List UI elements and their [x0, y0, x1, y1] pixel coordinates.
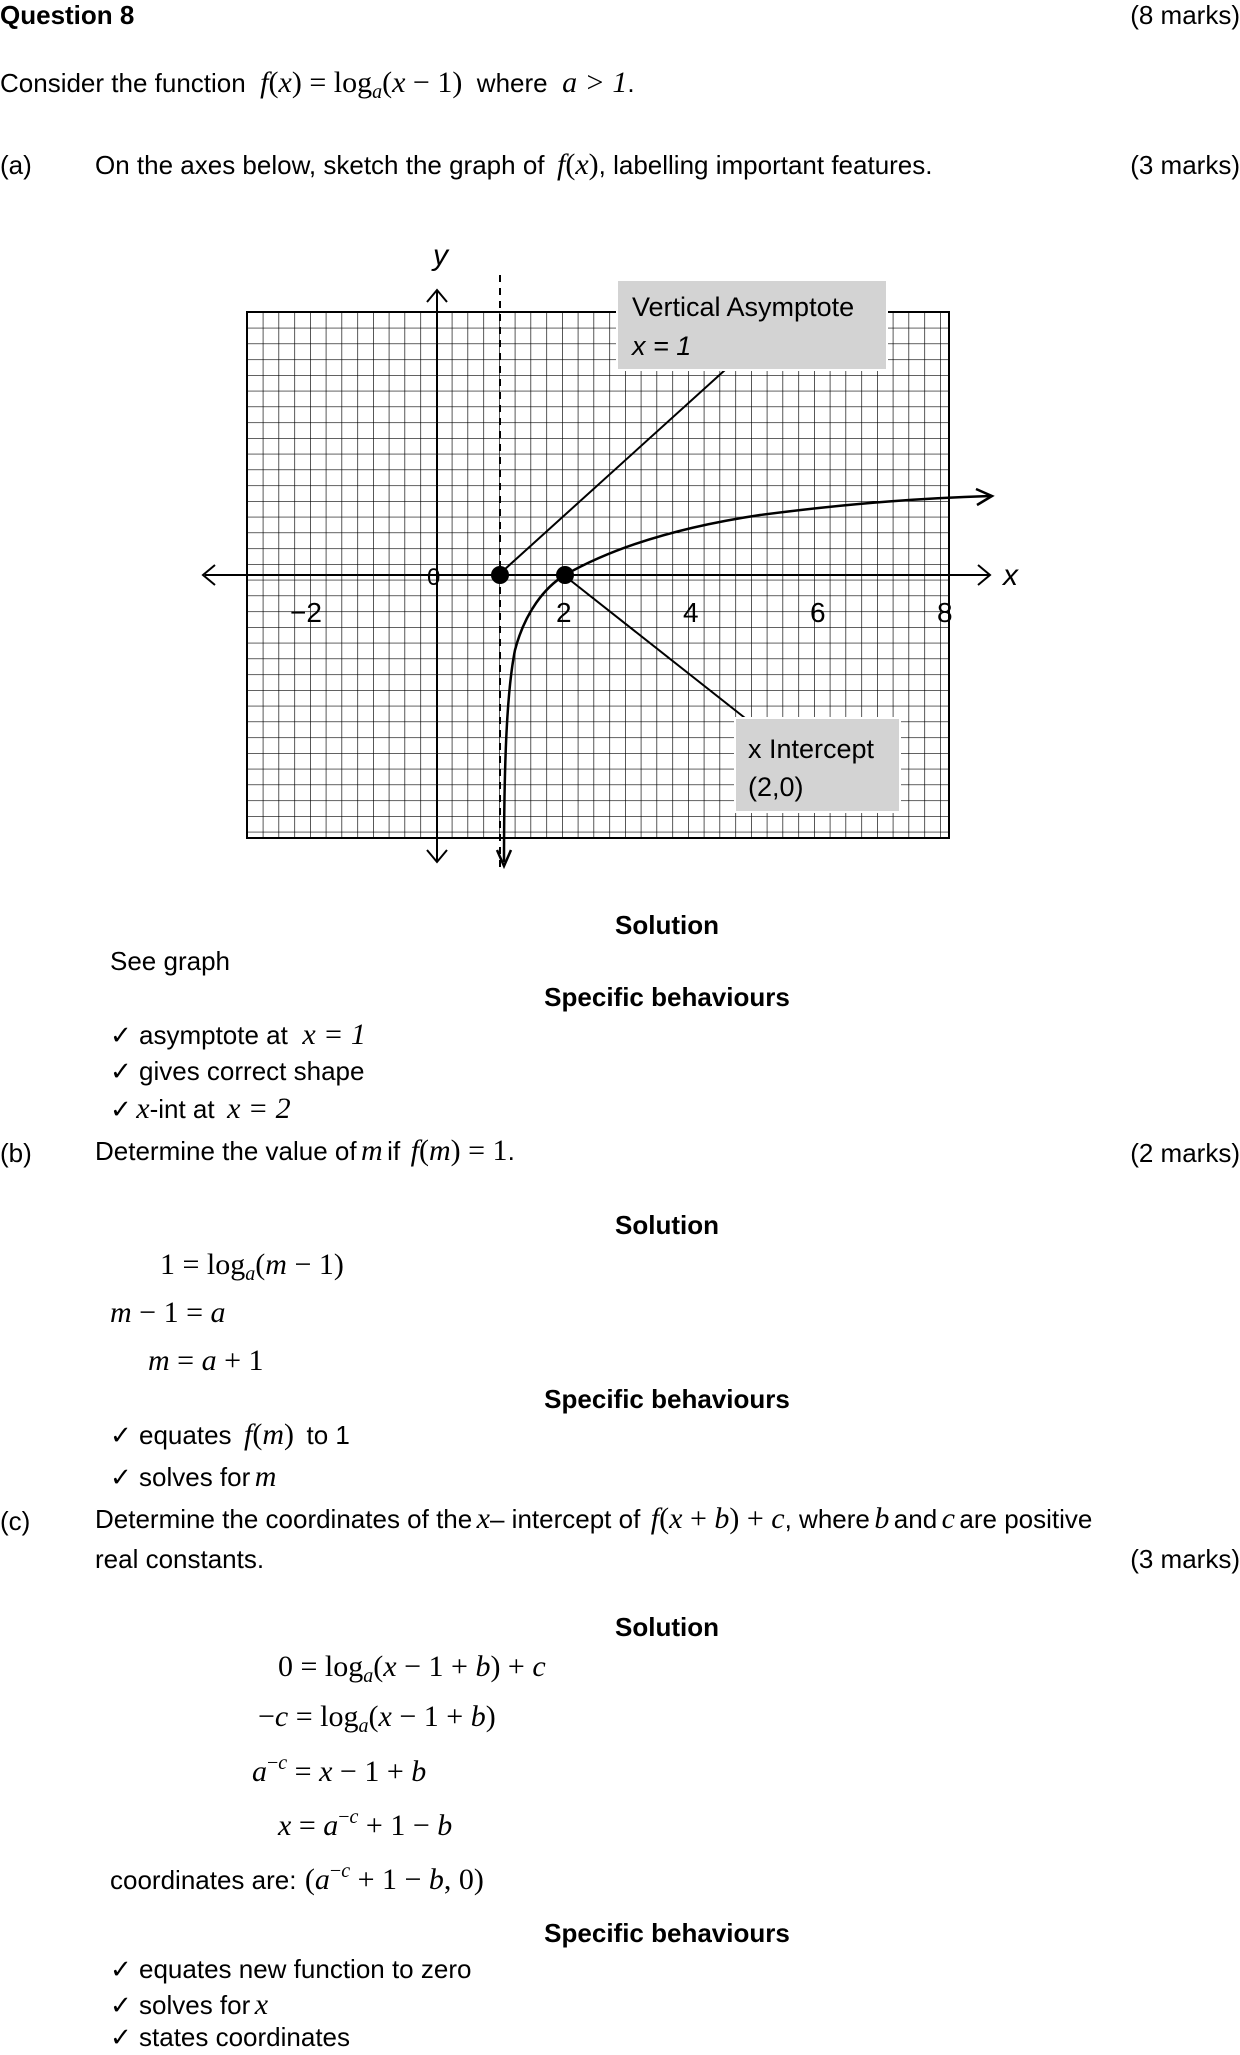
part-c-label: (c) — [0, 1506, 31, 1536]
part-b-solution-heading: Solution — [615, 1210, 719, 1240]
x-tick-label: 6 — [810, 597, 826, 628]
part-c-question-line1: Determine the coordinates of the x– inte… — [95, 1502, 1093, 1535]
part-c-coordinates: coordinates are: (a−c + 1 − b, 0) — [110, 1860, 484, 1896]
part-a-behaviour: ✓ x-int at x = 2 — [110, 1092, 291, 1125]
part-b-step-1: 1 = loga(m − 1) — [160, 1248, 344, 1285]
part-c-marks: (3 marks) — [1130, 1544, 1240, 1574]
part-a-behaviours-heading: Specific behaviours — [544, 982, 790, 1012]
log-graph: y x −2 0 2 4 6 8 Vertical Asymptote x = … — [201, 239, 1019, 870]
part-c-step-2: −c = loga(x − 1 + b) — [258, 1700, 496, 1737]
part-c-step-3: a−c = x − 1 + b — [252, 1752, 427, 1788]
x-tick-label: 2 — [556, 597, 572, 628]
part-b-question: Determine the value of m if f(m) = 1. — [95, 1134, 515, 1167]
part-c-behaviours-heading: Specific behaviours — [544, 1918, 790, 1948]
part-a-behaviour: ✓ asymptote at x = 1 — [110, 1018, 366, 1051]
part-b-step-2: m − 1 = a — [110, 1296, 226, 1329]
part-b-label: (b) — [0, 1138, 32, 1168]
asymptote-callout-title: Vertical Asymptote — [632, 292, 854, 322]
part-c-solution-heading: Solution — [615, 1612, 719, 1642]
part-b-behaviour: ✓ solves for m — [110, 1460, 277, 1493]
part-c-step-4: x = a−c + 1 − b — [278, 1806, 453, 1842]
part-a-behaviour: ✓ gives correct shape — [110, 1056, 365, 1086]
intercept-callout-title: x Intercept — [748, 734, 875, 764]
part-c-behaviour: ✓ solves for x — [110, 1988, 269, 2021]
y-axis-label: y — [431, 239, 450, 272]
part-c-step-1: 0 = loga(x − 1 + b) + c — [278, 1650, 546, 1687]
part-b-behaviour: ✓ equates f(m) to 1 — [110, 1418, 350, 1451]
part-b-marks: (2 marks) — [1130, 1138, 1240, 1168]
intercept-callout-point: (2,0) — [748, 772, 804, 802]
asymptote-callout-equation: x = 1 — [630, 331, 691, 361]
part-c-question-line2: real constants. — [95, 1544, 265, 1574]
part-a-solution-text: See graph — [110, 946, 230, 976]
part-a-solution-heading: Solution — [615, 910, 719, 940]
part-c-behaviour: ✓ states coordinates — [110, 2022, 351, 2052]
part-b-behaviours-heading: Specific behaviours — [544, 1384, 790, 1414]
x-tick-label-origin: 0 — [427, 564, 440, 591]
part-b-step-3: m = a + 1 — [148, 1344, 264, 1377]
x-tick-label: −2 — [290, 597, 322, 628]
x-tick-label: 8 — [937, 597, 953, 628]
x-tick-label: 4 — [683, 597, 699, 628]
part-c-behaviour: ✓ equates new function to zero — [110, 1954, 472, 1984]
x-axis-label: x — [1001, 559, 1019, 592]
